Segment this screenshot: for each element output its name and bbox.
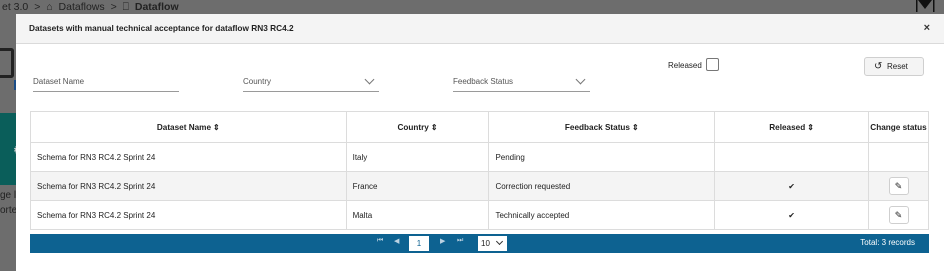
paginator: ⏮ ◀ 1 ▶ ⏭ 10 Total: 3 records	[30, 234, 929, 253]
released-check-icon: ✔	[714, 171, 870, 201]
sort-icon: ⇕	[631, 122, 639, 132]
breadcrumb-item-current: Dataflow	[134, 1, 179, 13]
datasets-modal: Datasets with manual technical acceptanc…	[16, 14, 944, 271]
country-filter-placeholder: Country	[243, 77, 272, 86]
table-header-row: Dataset Name ⇕ Country ⇕ Feedback Status ⇕ …	[30, 111, 929, 143]
chevron-down-icon	[364, 74, 375, 85]
released-cell	[714, 142, 870, 172]
breadcrumb-separator: >	[34, 1, 41, 13]
change-status-cell: ✎	[868, 171, 929, 201]
background-shape	[0, 48, 14, 78]
feedback-status-cell: Pending	[488, 142, 716, 172]
reset-button-label: Reset	[887, 62, 908, 71]
breadcrumb-item: et 3.0	[2, 1, 29, 13]
column-header-country[interactable]: Country ⇕	[345, 111, 490, 143]
change-status-cell	[868, 142, 929, 172]
dataset-name-cell: Schema for RN3 RC4.2 Sprint 24	[30, 171, 347, 201]
home-icon: ⌂	[46, 1, 53, 13]
next-page-icon[interactable]: ▶	[440, 237, 445, 245]
background-text: orte	[0, 205, 18, 216]
background-breadcrumb: et 3.0 > ⌂ Dataflows > ⎕ Dataflow	[0, 0, 944, 14]
feedback-status-filter[interactable]: Feedback Status	[453, 73, 590, 92]
modal-title: Datasets with manual technical acceptanc…	[29, 23, 294, 33]
feedback-status-cell: Technically accepted	[488, 200, 716, 230]
sort-icon: ⇕	[807, 122, 814, 132]
modal-header: Datasets with manual technical acceptanc…	[16, 14, 944, 44]
breadcrumb-item: Dataflows	[58, 1, 105, 13]
dataset-name-filter[interactable]: Dataset Name	[33, 73, 179, 92]
datasets-table: Dataset Name ⇕ Country ⇕ Feedback Status ⇕ …	[30, 111, 929, 230]
breadcrumb-separator: >	[110, 1, 117, 13]
table-row: Schema for RN3 RC4.2 Sprint 24 Malta Tec…	[30, 200, 929, 230]
country-filter[interactable]: Country	[243, 73, 379, 92]
released-check-icon: ✔	[714, 200, 870, 230]
first-page-icon[interactable]: ⏮	[377, 237, 383, 245]
country-cell: Malta	[345, 200, 490, 230]
filters-bar: Dataset Name Country Feedback Status	[16, 44, 944, 104]
close-button[interactable]: ×	[924, 22, 930, 34]
country-cell: Italy	[345, 142, 490, 172]
country-cell: France	[345, 171, 490, 201]
page-button-current[interactable]: 1	[409, 236, 429, 251]
dataset-name-cell: Schema for RN3 RC4.2 Sprint 24	[30, 200, 347, 230]
rows-per-page-value: 10	[481, 239, 490, 248]
sort-icon: ⇕	[430, 122, 438, 132]
sort-icon: ⇕	[213, 122, 220, 132]
edit-status-button[interactable]: ✎	[888, 206, 909, 224]
dataset-name-cell: Schema for RN3 RC4.2 Sprint 24	[30, 142, 347, 172]
table-row: Schema for RN3 RC4.2 Sprint 24 Italy Pen…	[30, 142, 929, 172]
undo-icon: ↺	[874, 61, 883, 72]
table-row: Schema for RN3 RC4.2 Sprint 24 France Co…	[30, 171, 929, 201]
edit-status-button[interactable]: ✎	[888, 177, 909, 195]
previous-page-icon[interactable]: ◀	[394, 237, 399, 245]
column-header-dataset-name[interactable]: Dataset Name ⇕	[30, 111, 347, 143]
background-text: ge l	[0, 190, 17, 201]
chevron-down-icon	[495, 237, 504, 246]
feedback-status-filter-placeholder: Feedback Status	[453, 77, 514, 86]
column-header-released[interactable]: Released ⇕	[714, 111, 870, 143]
column-header-feedback-status[interactable]: Feedback Status ⇕	[488, 111, 716, 143]
change-status-cell: ✎	[868, 200, 929, 230]
rows-per-page-dropdown[interactable]: 10	[478, 236, 507, 251]
total-records: Total: 3 records	[860, 238, 915, 247]
reset-button[interactable]: ↺ Reset	[864, 57, 924, 76]
last-page-icon[interactable]: ⏭	[457, 237, 463, 245]
released-filter-label: Released	[668, 61, 702, 70]
dataflow-icon: ⎕	[122, 1, 129, 13]
feedback-status-cell: Correction requested	[488, 171, 716, 201]
user-icon	[914, 0, 936, 14]
chevron-down-icon	[575, 74, 586, 85]
column-header-change-status: Change status	[868, 111, 929, 143]
released-filter-checkbox[interactable]	[706, 58, 719, 71]
